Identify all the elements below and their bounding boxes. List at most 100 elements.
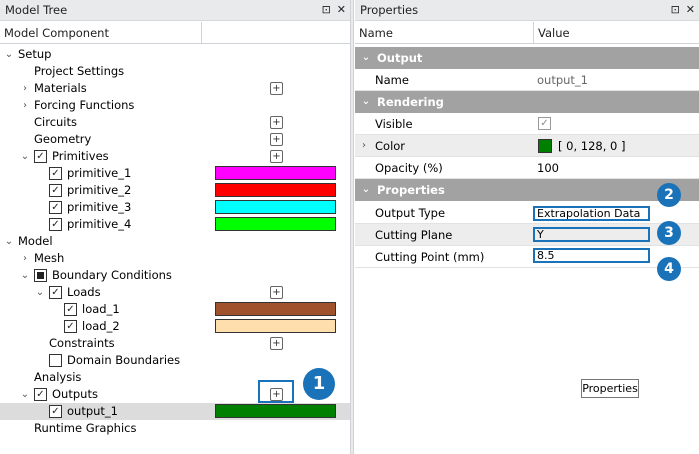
tree-item-analysis[interactable]: Analysis (0, 369, 350, 386)
value-column-header: Value (538, 25, 570, 40)
cutting-point-field[interactable]: 8.5 (533, 248, 650, 263)
tree-item-primitive-4[interactable]: ✓ primitive_4 (0, 216, 350, 233)
tree-item-model[interactable]: ⌄ Model (0, 233, 350, 250)
tree-item-setup[interactable]: ⌄ Setup (0, 46, 350, 63)
add-icon[interactable]: + (270, 116, 283, 129)
tree-item-primitive-2[interactable]: ✓ primitive_2 (0, 182, 350, 199)
color-swatch[interactable] (215, 302, 336, 316)
opacity-value[interactable]: 100 (537, 157, 559, 179)
color-swatch[interactable] (215, 404, 336, 418)
chevron-down-icon[interactable]: ⌄ (4, 233, 14, 250)
tree-item-label: Runtime Graphics (34, 421, 137, 435)
chevron-right-icon[interactable]: › (359, 135, 369, 157)
section-rendering[interactable]: ⌄ Rendering (355, 91, 699, 113)
property-visible-row[interactable]: Visible ✓ (355, 113, 699, 135)
tree-item-materials[interactable]: › Materials + (0, 80, 350, 97)
callout-badge-4: 4 (657, 257, 681, 281)
chevron-down-icon[interactable]: ⌄ (35, 284, 45, 301)
tree-item-outputs[interactable]: ⌄ ✓ Outputs + (0, 386, 350, 403)
color-swatch[interactable] (215, 319, 336, 333)
color-swatch[interactable] (538, 139, 552, 153)
output-type-label: Output Type (375, 206, 446, 220)
visibility-checkbox[interactable]: ✓ (49, 167, 62, 180)
section-properties[interactable]: ⌄ Properties (355, 179, 699, 201)
visibility-checkbox[interactable]: ✓ (34, 150, 47, 163)
tree-item-boundary-conditions[interactable]: ⌄ Boundary Conditions (0, 267, 350, 284)
name-column-header: Name (359, 25, 393, 40)
chevron-down-icon[interactable]: ⌄ (20, 148, 30, 165)
tree-item-output-1[interactable]: ✓ output_1 (0, 403, 350, 420)
callout-badge-1: 1 (303, 368, 335, 400)
visibility-checkbox[interactable]: ✓ (49, 286, 62, 299)
close-icon[interactable]: ✕ (686, 3, 695, 16)
visibility-checkbox[interactable]: ✓ (49, 405, 62, 418)
output-type-field[interactable]: Extrapolation Data (533, 206, 650, 221)
add-icon[interactable]: + (270, 133, 283, 146)
tree-item-label: Domain Boundaries (67, 353, 181, 367)
tree-item-circuits[interactable]: Circuits + (0, 114, 350, 131)
tree-item-primitive-1[interactable]: ✓ primitive_1 (0, 165, 350, 182)
visible-label: Visible (375, 117, 413, 131)
visibility-checkbox[interactable] (49, 354, 62, 367)
section-output[interactable]: ⌄ Output (355, 47, 699, 69)
visibility-checkbox[interactable]: ✓ (49, 184, 62, 197)
tree-item-loads[interactable]: ⌄ ✓ Loads + (0, 284, 350, 301)
tree-item-project-settings[interactable]: Project Settings (0, 63, 350, 80)
chevron-down-icon[interactable]: ⌄ (20, 267, 30, 284)
property-name-row[interactable]: Name output_1 (355, 69, 699, 91)
chevron-down-icon[interactable]: ⌄ (4, 46, 14, 63)
visibility-checkbox[interactable]: ✓ (49, 201, 62, 214)
add-icon[interactable]: + (270, 150, 283, 163)
visible-checkbox[interactable]: ✓ (538, 117, 551, 130)
chevron-right-icon[interactable]: › (20, 80, 30, 97)
add-icon[interactable]: + (270, 337, 283, 350)
opacity-label: Opacity (%) (375, 161, 443, 175)
property-color-row[interactable]: › Color [ 0, 128, 0 ] (355, 135, 699, 157)
tree-item-runtime-graphics[interactable]: Runtime Graphics (0, 420, 350, 437)
chevron-right-icon[interactable]: › (20, 97, 30, 114)
tree-item-domain-boundaries[interactable]: Domain Boundaries (0, 352, 350, 369)
chevron-right-icon[interactable]: › (20, 250, 30, 267)
cutting-point-label: Cutting Point (mm) (375, 250, 485, 264)
color-swatch[interactable] (215, 183, 336, 197)
pin-icon[interactable]: ⊡ (322, 3, 331, 16)
cutting-plane-field[interactable]: Y (533, 227, 650, 242)
add-icon[interactable]: + (270, 82, 283, 95)
tree-item-label: Outputs (52, 387, 98, 401)
color-value: [ 0, 128, 0 ] (558, 139, 626, 153)
color-swatch[interactable] (215, 217, 336, 231)
properties-tooltip: Properties (581, 379, 639, 398)
visibility-checkbox[interactable] (34, 269, 47, 282)
tree-item-primitives[interactable]: ⌄ ✓ Primitives + (0, 148, 350, 165)
add-icon[interactable]: + (270, 286, 283, 299)
tree-item-constraints[interactable]: Constraints + (0, 335, 350, 352)
pin-icon[interactable]: ⊡ (671, 3, 680, 16)
color-swatch[interactable] (215, 200, 336, 214)
tree-item-primitive-3[interactable]: ✓ primitive_3 (0, 199, 350, 216)
tree-item-geometry[interactable]: Geometry + (0, 131, 350, 148)
tree-item-label: Boundary Conditions (52, 268, 172, 282)
property-opacity-row[interactable]: Opacity (%) 100 (355, 157, 699, 179)
tree-item-load-2[interactable]: ✓ load_2 (0, 318, 350, 335)
model-component-header: Model Component (4, 25, 109, 40)
tree-item-mesh[interactable]: › Mesh (0, 250, 350, 267)
chevron-down-icon: ⌄ (361, 184, 371, 195)
color-swatch[interactable] (215, 166, 336, 180)
visibility-checkbox[interactable]: ✓ (64, 303, 77, 316)
visibility-checkbox[interactable]: ✓ (64, 320, 77, 333)
tree-item-label: Geometry (34, 132, 92, 146)
visibility-checkbox[interactable]: ✓ (34, 388, 47, 401)
tree-item-label: Circuits (34, 115, 78, 129)
panel-splitter[interactable] (350, 0, 354, 454)
header-divider (201, 22, 202, 43)
tree-item-label: primitive_3 (67, 200, 132, 214)
chevron-down-icon[interactable]: ⌄ (20, 386, 30, 403)
tree-item-label: Constraints (49, 336, 115, 350)
tree-item-forcing-functions[interactable]: › Forcing Functions (0, 97, 350, 114)
tree-item-load-1[interactable]: ✓ load_1 (0, 301, 350, 318)
tree-item-label: Materials (34, 81, 87, 95)
tree-item-label: Forcing Functions (34, 98, 135, 112)
visibility-checkbox[interactable]: ✓ (49, 218, 62, 231)
outputs-add-highlight (258, 380, 294, 403)
close-icon[interactable]: ✕ (337, 3, 346, 16)
